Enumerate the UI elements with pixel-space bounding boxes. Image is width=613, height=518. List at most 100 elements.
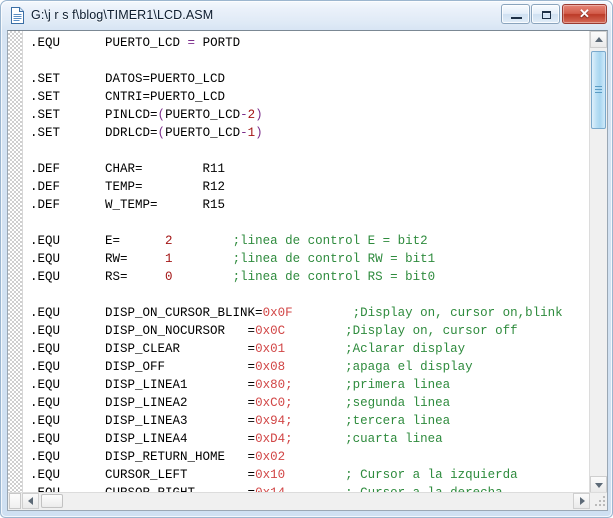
- code-line[interactable]: [30, 142, 563, 160]
- code-token: DISP_LINEA3 =: [60, 414, 255, 428]
- maximize-restore-button[interactable]: [531, 4, 560, 24]
- code-text[interactable]: .EQU PUERTO_LCD = PORTD .SET DATOS=PUERT…: [30, 34, 563, 493]
- scroll-thumb-grip-icon: [595, 86, 602, 94]
- code-line[interactable]: .DEF TEMP= R12: [30, 178, 563, 196]
- code-line[interactable]: .EQU PUERTO_LCD = PORTD: [30, 34, 563, 52]
- titlebar[interactable]: G:\j r s f\blog\TIMER1\LCD.ASM ✕: [1, 1, 612, 30]
- code-line[interactable]: [30, 52, 563, 70]
- arrow-left-icon: [28, 497, 33, 505]
- code-token: PORTD: [195, 36, 240, 50]
- code-token: [285, 324, 345, 338]
- code-token: 0xC0;: [255, 396, 293, 410]
- window-inner-frame: G:\j r s f\blog\TIMER1\LCD.ASM ✕ .EQU P: [1, 1, 612, 517]
- horizontal-scrollbar[interactable]: [8, 492, 607, 510]
- code-line[interactable]: .EQU DISP_RETURN_HOME =0x02: [30, 448, 563, 466]
- code-token: ;primera linea: [345, 378, 450, 392]
- code-token: ;linea de control RW = bit1: [233, 252, 436, 266]
- window-controls: ✕: [500, 4, 607, 24]
- code-line[interactable]: .EQU DISP_LINEA3 =0x94; ;tercera linea: [30, 412, 563, 430]
- editor-client-area: .EQU PUERTO_LCD = PORTD .SET DATOS=PUERT…: [7, 30, 608, 511]
- code-token: .EQU: [30, 450, 60, 464]
- code-token: =: [188, 36, 196, 50]
- code-line[interactable]: .DEF CHAR= R11: [30, 160, 563, 178]
- code-line[interactable]: .EQU CURSOR_LEFT =0x10 ; Cursor a la izq…: [30, 466, 563, 484]
- code-token: ;linea de control E = bit2: [233, 234, 428, 248]
- code-token: 0x94;: [255, 414, 293, 428]
- code-line[interactable]: [30, 214, 563, 232]
- vertical-scrollbar[interactable]: [589, 31, 607, 493]
- code-token: DISP_ON_CURSOR_BLINK=: [60, 306, 263, 320]
- code-token: .SET: [30, 72, 60, 86]
- code-token: [285, 468, 345, 482]
- scroll-right-button[interactable]: [573, 493, 590, 509]
- code-token: .EQU: [30, 396, 60, 410]
- code-line[interactable]: .EQU DISP_ON_NOCURSOR =0x0C ;Display on,…: [30, 322, 563, 340]
- code-line[interactable]: .EQU DISP_LINEA2 =0xC0; ;segunda linea: [30, 394, 563, 412]
- code-token: 0x10: [255, 468, 285, 482]
- code-token: TEMP= R12: [60, 180, 225, 194]
- code-line[interactable]: .EQU RS= 0 ;linea de control RS = bit0: [30, 268, 563, 286]
- code-token: W_TEMP= R15: [60, 198, 225, 212]
- code-token: DISP_OFF =: [60, 360, 255, 374]
- code-token: PUERTO_LCD: [60, 36, 188, 50]
- scroll-left-button[interactable]: [22, 493, 39, 509]
- code-token: CNTRI=PUERTO_LCD: [60, 90, 225, 104]
- code-line[interactable]: .SET CNTRI=PUERTO_LCD: [30, 88, 563, 106]
- code-token: [293, 396, 346, 410]
- scroll-down-button[interactable]: [590, 476, 607, 493]
- code-token: 2: [248, 108, 256, 122]
- code-token: DDRLCD=: [60, 126, 158, 140]
- code-line[interactable]: .EQU DISP_LINEA4 =0xD4; ;cuarta linea: [30, 430, 563, 448]
- code-token: DISP_LINEA2 =: [60, 396, 255, 410]
- code-line[interactable]: .EQU DISP_OFF =0x08 ;apaga el display: [30, 358, 563, 376]
- selection-margin[interactable]: [8, 31, 23, 493]
- code-line[interactable]: [30, 286, 563, 304]
- code-token: 0: [165, 270, 173, 284]
- scroll-up-button[interactable]: [590, 31, 607, 48]
- code-token: .EQU: [30, 234, 60, 248]
- code-token: ): [255, 108, 263, 122]
- code-token: .EQU: [30, 342, 60, 356]
- code-token: .EQU: [30, 252, 60, 266]
- vertical-scroll-thumb[interactable]: [591, 51, 606, 129]
- code-token: ;segunda linea: [345, 396, 450, 410]
- code-line[interactable]: .EQU DISP_CLEAR =0x01 ;Aclarar display: [30, 340, 563, 358]
- code-line[interactable]: .SET DDRLCD=(PUERTO_LCD-1): [30, 124, 563, 142]
- code-token: [293, 414, 346, 428]
- minimize-button[interactable]: [501, 4, 530, 24]
- code-line[interactable]: .EQU DISP_LINEA1 =0x80; ;primera linea: [30, 376, 563, 394]
- horizontal-split-handle[interactable]: [9, 493, 21, 509]
- code-line[interactable]: .SET DATOS=PUERTO_LCD: [30, 70, 563, 88]
- code-editor-pane[interactable]: .EQU PUERTO_LCD = PORTD .SET DATOS=PUERT…: [8, 31, 589, 493]
- code-line[interactable]: .EQU DISP_ON_CURSOR_BLINK=0x0F ;Display …: [30, 304, 563, 322]
- code-line[interactable]: .DEF W_TEMP= R15: [30, 196, 563, 214]
- code-line[interactable]: .EQU RW= 1 ;linea de control RW = bit1: [30, 250, 563, 268]
- code-token: RS=: [60, 270, 165, 284]
- code-token: [293, 306, 353, 320]
- code-line[interactable]: .EQU E= 2 ;linea de control E = bit2: [30, 232, 563, 250]
- code-token: [285, 360, 345, 374]
- code-token: [293, 378, 346, 392]
- code-line[interactable]: .SET PINLCD=(PUERTO_LCD-2): [30, 106, 563, 124]
- code-token: PINLCD=: [60, 108, 158, 122]
- code-token: ): [255, 126, 263, 140]
- code-token: ;tercera linea: [345, 414, 450, 428]
- code-token: DISP_LINEA1 =: [60, 378, 255, 392]
- code-token: .EQU: [30, 378, 60, 392]
- code-token: 1: [165, 252, 173, 266]
- code-token: .EQU: [30, 468, 60, 482]
- code-token: .DEF: [30, 162, 60, 176]
- code-token: 1: [248, 126, 256, 140]
- code-token: .EQU: [30, 324, 60, 338]
- code-token: [173, 252, 233, 266]
- code-token: DISP_CLEAR =: [60, 342, 255, 356]
- window-title: G:\j r s f\blog\TIMER1\LCD.ASM: [31, 7, 213, 24]
- resize-grip-icon[interactable]: [593, 496, 606, 509]
- code-token: .SET: [30, 108, 60, 122]
- code-token: -: [240, 108, 248, 122]
- close-button[interactable]: ✕: [562, 4, 607, 24]
- code-token: [173, 270, 233, 284]
- horizontal-scroll-thumb[interactable]: [41, 494, 63, 508]
- code-token: 2: [165, 234, 173, 248]
- code-token: (: [158, 108, 166, 122]
